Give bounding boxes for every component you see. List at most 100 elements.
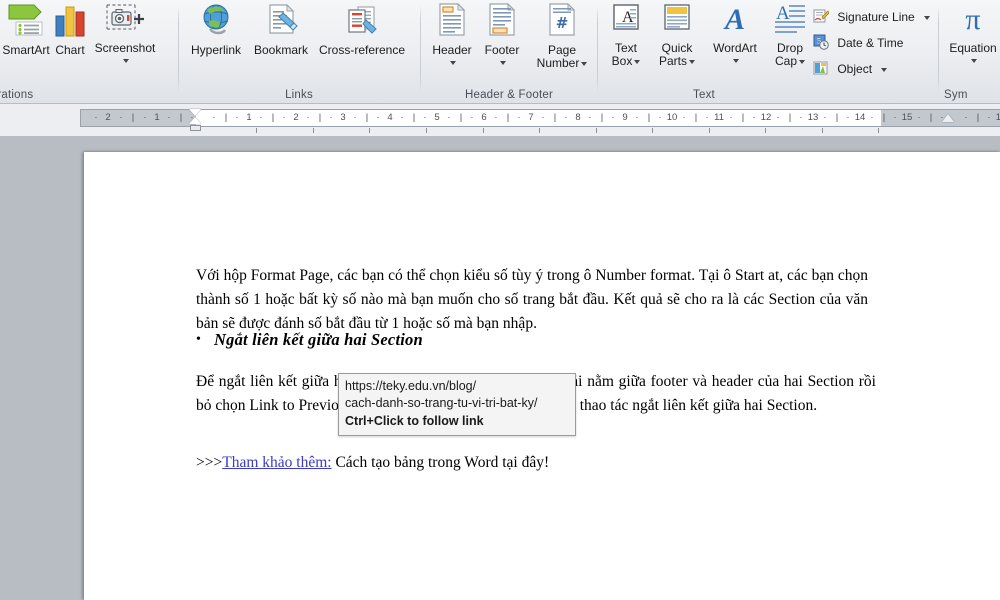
wordart-icon: A bbox=[703, 2, 767, 39]
equation-pi-icon: π bbox=[940, 2, 1000, 39]
ribbon-button-label2: Cap bbox=[765, 55, 815, 68]
ribbon-button-screenshot[interactable]: Screenshot bbox=[84, 2, 166, 66]
link-suffix: Cách tạo bảng trong Word tại đây! bbox=[331, 454, 550, 471]
page-number-chevron-down-icon bbox=[581, 61, 588, 66]
tab-stop[interactable] bbox=[539, 128, 540, 133]
ribbon-group-label: Sym bbox=[944, 89, 968, 101]
horizontal-ruler[interactable]: · 2 · | · 1 · | · · | · 1 · | · 2 · | · … bbox=[80, 109, 1000, 127]
tab-stop[interactable] bbox=[596, 128, 597, 133]
group-separator bbox=[597, 5, 598, 93]
svg-text:A: A bbox=[723, 3, 745, 36]
link-prefix: >>> bbox=[196, 454, 223, 471]
svg-text:π: π bbox=[965, 3, 980, 36]
svg-text:#: # bbox=[556, 14, 569, 32]
ribbon-group-header-footer: Header Footer # Page Number Header & Foo… bbox=[422, 0, 596, 103]
object-icon bbox=[813, 60, 829, 76]
ribbon-button-cross-reference[interactable]: Cross-reference bbox=[308, 2, 416, 57]
tab-stop[interactable] bbox=[878, 128, 879, 133]
ruler-zone: · 2 · | · 1 · | · · | · 1 · | · 2 · | · … bbox=[0, 104, 1000, 137]
signature-line-icon bbox=[813, 8, 830, 24]
ribbon-group-label: Links bbox=[285, 89, 313, 101]
paragraph-1-text: Với hộp Format Page, các bạn có thể chọn… bbox=[196, 267, 868, 332]
first-line-indent-marker[interactable] bbox=[189, 109, 201, 116]
wordart-chevron-down-icon[interactable] bbox=[703, 55, 767, 66]
tab-stop[interactable] bbox=[822, 128, 823, 133]
group-separator bbox=[420, 5, 421, 93]
bullet-item[interactable]: • Ngắt liên kết giữa hai Section bbox=[196, 329, 868, 352]
ribbon-button-page-number[interactable]: # Page Number bbox=[530, 2, 594, 70]
ribbon-group-illustrations: SmartArt Chart Screenshot ations bbox=[0, 0, 182, 103]
footer-chevron-down-icon[interactable] bbox=[476, 57, 528, 68]
ruler-tick-number: 17 bbox=[994, 110, 1000, 126]
bullet-label: Ngắt liên kết giữa hai Section bbox=[214, 330, 423, 349]
ribbon-group-label: Text bbox=[693, 89, 715, 101]
ribbon-group-label: Header & Footer bbox=[464, 89, 553, 101]
tab-stop[interactable] bbox=[483, 128, 484, 133]
header-icon bbox=[426, 2, 478, 41]
ribbon-button-label2: Parts bbox=[651, 55, 703, 68]
ribbon-group-links: Hyperlink Bookmark Cross-reference Links bbox=[180, 0, 418, 103]
ribbon-group-symbols: π Equation Sym bbox=[940, 0, 1000, 103]
ribbon-button-label2: Box bbox=[603, 55, 649, 68]
ribbon-button-footer[interactable]: Footer bbox=[476, 2, 528, 68]
quick-parts-word: Parts bbox=[658, 54, 687, 68]
ribbon-button-quick-parts[interactable]: Quick Parts bbox=[651, 2, 703, 68]
ribbon-button-wordart[interactable]: A WordArt bbox=[703, 2, 767, 66]
tab-stop[interactable] bbox=[765, 128, 766, 133]
header-chevron-down-icon[interactable] bbox=[426, 57, 478, 68]
ribbon: SmartArt Chart Screenshot ations Hyperli… bbox=[0, 0, 1000, 104]
ribbon-button-equation[interactable]: π Equation bbox=[940, 2, 1000, 66]
ribbon-button-label: WordArt bbox=[713, 41, 757, 55]
object-chevron-down-icon bbox=[881, 67, 888, 72]
ribbon-button-date-time[interactable]: 5 Date & Time bbox=[813, 32, 903, 54]
drop-cap-chevron-down-icon bbox=[799, 59, 805, 64]
small-button-label: Object bbox=[837, 62, 873, 76]
left-indent-box-marker[interactable] bbox=[190, 125, 201, 131]
ribbon-button-drop-cap[interactable]: A Drop Cap bbox=[765, 2, 815, 68]
reference-link-line[interactable]: >>>Tham khảo thêm: Cách tạo bảng trong W… bbox=[196, 452, 549, 474]
ribbon-button-text-box[interactable]: A Text Box bbox=[603, 2, 649, 68]
hyperlink-tham-khao-them[interactable]: Tham khảo thêm: bbox=[222, 454, 331, 471]
ribbon-button-object[interactable]: Object bbox=[813, 58, 888, 80]
small-button-label: Date & Time bbox=[837, 36, 904, 50]
tab-stop[interactable] bbox=[369, 128, 370, 133]
right-indent-marker[interactable] bbox=[942, 114, 954, 122]
equation-chevron-down-icon[interactable] bbox=[940, 55, 1000, 66]
word-window: SmartArt Chart Screenshot ations Hyperli… bbox=[0, 0, 1000, 600]
group-separator bbox=[938, 5, 939, 93]
drop-cap-word: Cap bbox=[774, 54, 797, 68]
ruler-tick-number: 2 bbox=[105, 112, 111, 123]
screenshot-icon bbox=[84, 2, 166, 39]
tooltip-hint: Ctrl+Click to follow link bbox=[345, 414, 484, 428]
small-button-label: Signature Line bbox=[837, 10, 915, 24]
ribbon-button-label: Header bbox=[432, 43, 472, 57]
tab-stop[interactable] bbox=[256, 128, 257, 133]
tab-stop[interactable] bbox=[426, 128, 427, 133]
ribbon-button-label2: Number bbox=[530, 57, 594, 70]
page-number-word: Number bbox=[536, 56, 580, 70]
hanging-indent-marker[interactable] bbox=[189, 117, 201, 124]
screenshot-chevron-down-icon[interactable] bbox=[84, 55, 166, 66]
page-number-icon: # bbox=[530, 2, 594, 41]
tooltip-url-line-2: cach-danh-so-trang-tu-vi-tri-bat-ky/ bbox=[345, 396, 538, 410]
svg-text:A: A bbox=[776, 3, 790, 24]
hyperlink-tooltip: https://teky.edu.vn/blog/ cach-danh-so-t… bbox=[338, 373, 576, 436]
document-canvas[interactable]: Với hộp Format Page, các bạn có thể chọn… bbox=[0, 136, 1000, 600]
bullet-marker: • bbox=[196, 332, 201, 347]
tab-stop[interactable] bbox=[313, 128, 314, 133]
text-box-icon: A bbox=[603, 2, 649, 39]
group-separator bbox=[178, 5, 179, 93]
drop-cap-icon: A bbox=[765, 2, 815, 39]
tab-stop[interactable] bbox=[652, 128, 653, 133]
text-box-chevron-down-icon bbox=[634, 59, 641, 64]
footer-icon bbox=[476, 2, 528, 41]
ribbon-button-label: Equation bbox=[949, 41, 997, 55]
ribbon-button-signature-line[interactable]: Signature Line bbox=[813, 6, 931, 28]
date-time-icon: 5 bbox=[813, 34, 829, 50]
ribbon-button-header[interactable]: Header bbox=[426, 2, 478, 68]
tab-stop[interactable] bbox=[709, 128, 710, 133]
ribbon-button-label: Screenshot bbox=[94, 41, 156, 55]
tooltip-url-line-1: https://teky.edu.vn/blog/ bbox=[345, 379, 477, 393]
quick-parts-chevron-down-icon bbox=[689, 59, 695, 64]
ribbon-button-label: Cross-reference bbox=[318, 43, 406, 57]
